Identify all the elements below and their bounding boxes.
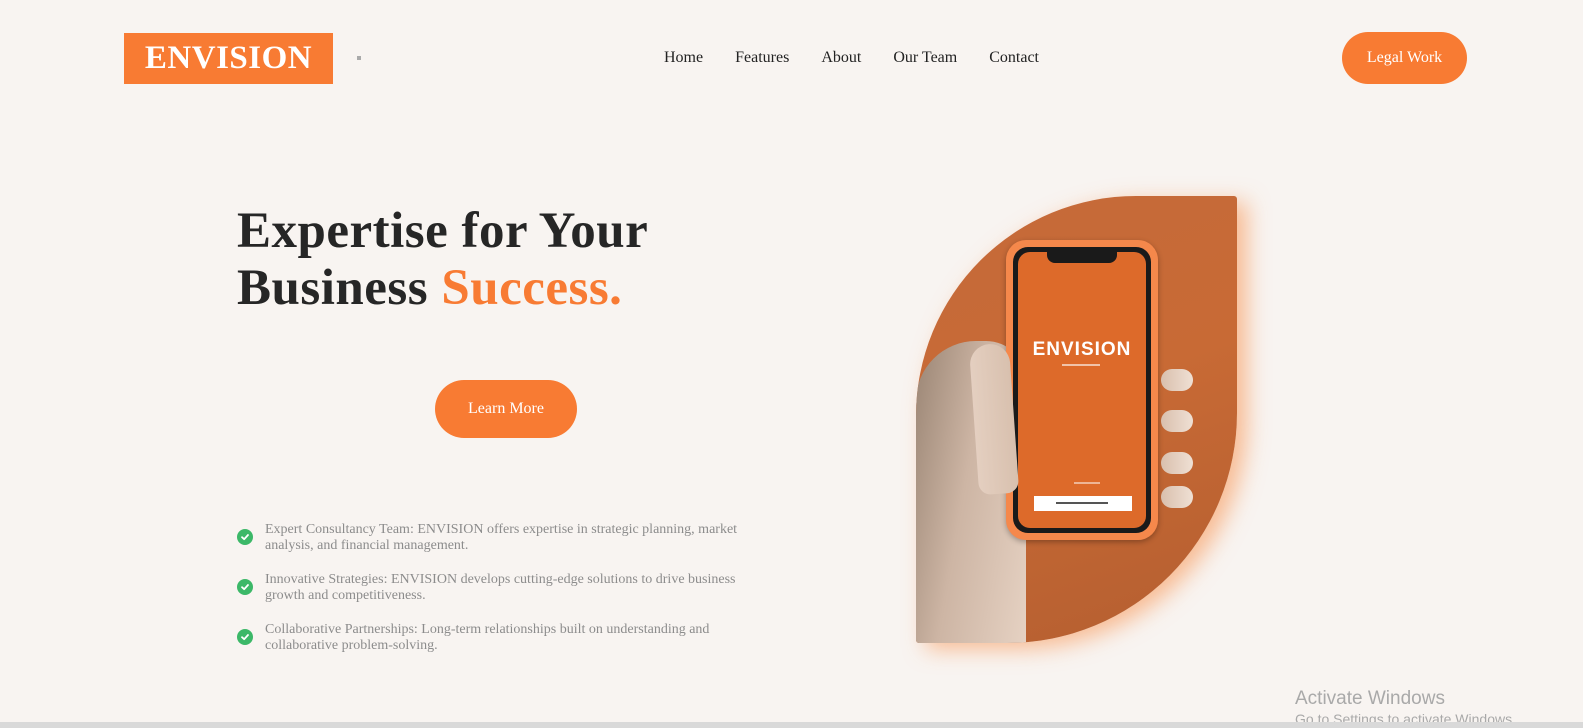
check-circle-icon bbox=[237, 579, 253, 595]
logo[interactable]: ENVISION bbox=[124, 33, 333, 84]
feature-item: Innovative Strategies: ENVISION develops… bbox=[237, 572, 747, 604]
hero-image: ENVISION bbox=[916, 196, 1237, 643]
finger-illustration bbox=[1161, 369, 1193, 391]
finger-illustration bbox=[1161, 452, 1193, 474]
learn-more-button[interactable]: Learn More bbox=[435, 380, 577, 438]
feature-list: Expert Consultancy Team: ENVISION offers… bbox=[237, 522, 747, 672]
legal-work-button[interactable]: Legal Work bbox=[1342, 32, 1467, 84]
phone-notch bbox=[1047, 252, 1117, 263]
nav-our-team[interactable]: Our Team bbox=[893, 48, 957, 68]
nav-about[interactable]: About bbox=[821, 48, 861, 68]
nav-home[interactable]: Home bbox=[664, 48, 703, 68]
feature-text: Innovative Strategies: ENVISION develops… bbox=[265, 572, 736, 603]
phone-small-text bbox=[1074, 482, 1100, 484]
phone-screen: ENVISION bbox=[1018, 252, 1146, 528]
hero-title-accent: Success. bbox=[441, 260, 623, 316]
watermark-title: Activate Windows bbox=[1295, 688, 1445, 709]
phone-button bbox=[1034, 496, 1132, 511]
feature-text: Collaborative Partnerships: Long-term re… bbox=[265, 622, 710, 653]
check-circle-icon bbox=[237, 529, 253, 545]
check-circle-icon bbox=[237, 629, 253, 645]
main-nav: Home Features About Our Team Contact bbox=[664, 48, 1071, 68]
horizontal-scrollbar[interactable] bbox=[0, 722, 1583, 728]
finger-illustration bbox=[1161, 486, 1193, 508]
hero-title: Expertise for Your Business Success. bbox=[237, 203, 648, 317]
phone-mockup: ENVISION bbox=[1006, 240, 1158, 540]
phone-brand-text: ENVISION bbox=[1032, 339, 1132, 360]
nav-contact[interactable]: Contact bbox=[989, 48, 1039, 68]
hero-title-line1: Expertise for Your bbox=[237, 203, 649, 259]
feature-item: Collaborative Partnerships: Long-term re… bbox=[237, 622, 747, 654]
finger-illustration bbox=[1161, 410, 1193, 432]
logo-text: ENVISION bbox=[144, 40, 313, 76]
divider-dot bbox=[357, 56, 361, 60]
hero-title-line2: Business bbox=[237, 260, 442, 316]
feature-item: Expert Consultancy Team: ENVISION offers… bbox=[237, 522, 747, 554]
nav-features[interactable]: Features bbox=[735, 48, 789, 68]
phone-tagline bbox=[1062, 364, 1100, 366]
feature-text: Expert Consultancy Team: ENVISION offers… bbox=[265, 522, 738, 553]
